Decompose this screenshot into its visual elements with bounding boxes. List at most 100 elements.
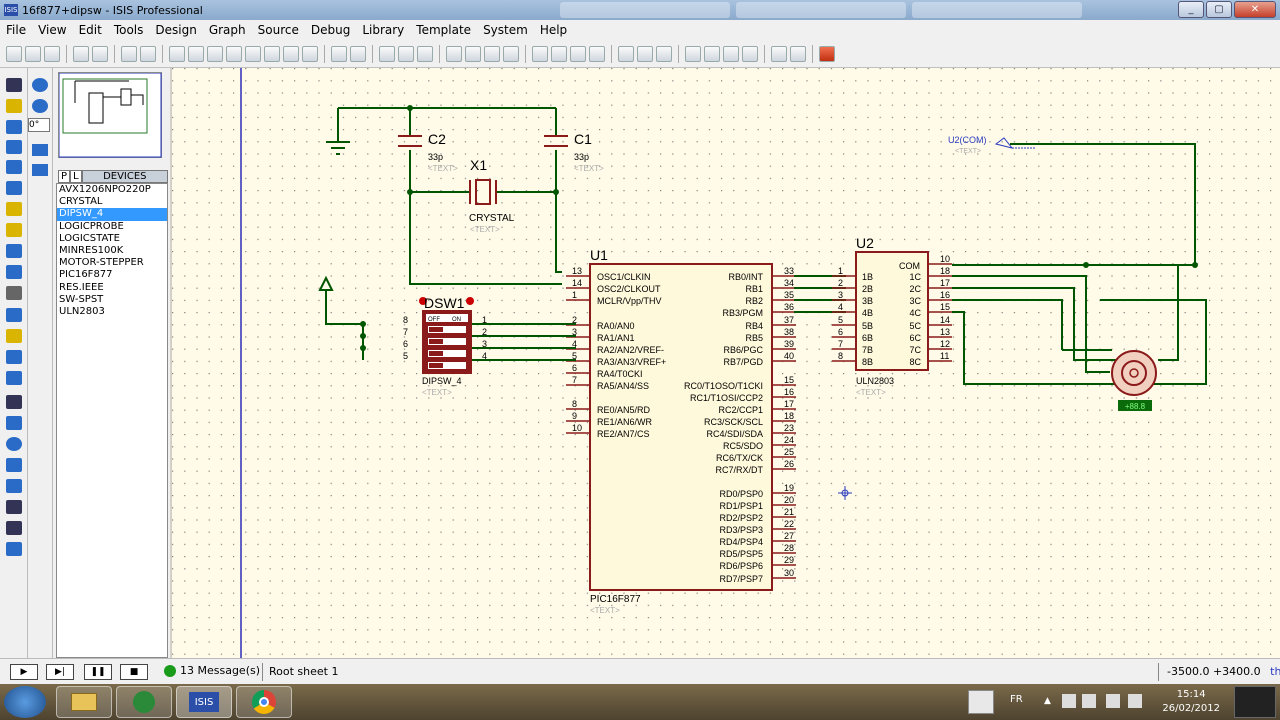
rotate-clockwise-icon[interactable]	[32, 78, 48, 92]
show-desktop-button[interactable]	[1234, 686, 1276, 718]
symbol-icon[interactable]	[6, 521, 22, 535]
box-icon[interactable]	[6, 416, 22, 430]
bom-icon[interactable]	[742, 45, 758, 62]
pause-button[interactable]: ❚❚	[84, 664, 112, 680]
chrome-taskbar-icon[interactable]	[236, 686, 292, 718]
play-button[interactable]: ▶	[10, 664, 38, 680]
overview-window[interactable]	[58, 72, 162, 158]
action-center-icon[interactable]	[1106, 694, 1120, 708]
voltage-probe-icon[interactable]	[6, 329, 22, 343]
block-copy-icon[interactable]	[446, 45, 462, 62]
volume-icon[interactable]	[1128, 694, 1142, 708]
block-rotate-icon[interactable]	[484, 45, 500, 62]
generator-icon[interactable]	[6, 308, 22, 322]
schematic-canvas[interactable]: C2 33p <TEXT> C1 33p <TEXT> X1 CRYSTAL <…	[172, 68, 1280, 658]
show-hidden-icons-icon[interactable]: ▲	[1044, 696, 1051, 706]
selection-mode-icon[interactable]	[6, 78, 22, 92]
menu-help[interactable]: Help	[534, 23, 573, 37]
start-button[interactable]	[4, 686, 46, 718]
redo-icon[interactable]	[350, 45, 366, 62]
zoom-all-icon[interactable]	[283, 45, 299, 62]
device-item[interactable]: LOGICSTATE	[57, 233, 167, 245]
microcontroller-u1[interactable]: U1 PIC16F877 <TEXT> 13 OSC1/CLKIN 14 OSC2/C…	[566, 247, 796, 615]
menu-design[interactable]: Design	[149, 23, 202, 37]
undo-icon[interactable]	[331, 45, 347, 62]
component-mode-icon[interactable]	[6, 99, 22, 113]
device-item[interactable]: CRYSTAL	[57, 196, 167, 208]
menu-library[interactable]: Library	[356, 23, 410, 37]
print-icon[interactable]	[121, 45, 137, 62]
close-button[interactable]: ✕	[1234, 1, 1276, 18]
new-file-icon[interactable]	[6, 45, 22, 62]
marker-icon[interactable]	[6, 542, 22, 556]
open-folder-icon[interactable]	[25, 45, 41, 62]
background-window-tab[interactable]	[736, 2, 906, 18]
grid-icon[interactable]	[188, 45, 204, 62]
proteus-taskbar-icon[interactable]	[116, 686, 172, 718]
arc-icon[interactable]	[6, 458, 22, 472]
text-script-icon[interactable]	[6, 160, 22, 174]
line-icon[interactable]	[6, 395, 22, 409]
save-icon[interactable]	[44, 45, 60, 62]
menu-template[interactable]: Template	[410, 23, 477, 37]
device-item[interactable]: ULN2803	[57, 306, 167, 318]
language-indicator[interactable]: FR	[1010, 694, 1023, 705]
paste-icon[interactable]	[417, 45, 433, 62]
print-area-icon[interactable]	[140, 45, 156, 62]
redraw-icon[interactable]	[169, 45, 185, 62]
circle-icon[interactable]	[6, 437, 22, 451]
path-icon[interactable]	[6, 479, 22, 493]
stepper-motor[interactable]: +88.8	[1111, 350, 1157, 411]
background-window-tab[interactable]	[560, 2, 730, 18]
device-pin-icon[interactable]	[6, 244, 22, 258]
virtual-instrument-icon[interactable]	[6, 371, 22, 385]
remove-sheet-icon[interactable]	[704, 45, 720, 62]
cut-icon[interactable]	[379, 45, 395, 62]
export-icon[interactable]	[92, 45, 108, 62]
isis-taskbar-icon[interactable]: ISIS	[176, 686, 232, 718]
menu-graph[interactable]: Graph	[203, 23, 252, 37]
device-item[interactable]: RES.IEEE	[57, 282, 167, 294]
clock[interactable]: 15:14 26/02/2012	[1162, 688, 1220, 716]
maximize-button[interactable]: ▢	[1206, 1, 1232, 18]
new-sheet-icon[interactable]	[685, 45, 701, 62]
netlist-icon[interactable]	[790, 45, 806, 62]
dsw-actuator-right[interactable]	[466, 297, 474, 305]
mirror-vertical-icon[interactable]	[32, 164, 48, 176]
device-item[interactable]: MINRES100K	[57, 245, 167, 257]
rotate-anticlockwise-icon[interactable]	[32, 99, 48, 113]
import-icon[interactable]	[73, 45, 89, 62]
stop-button[interactable]: ■	[120, 664, 148, 680]
rotation-angle-input[interactable]: 0°	[28, 118, 50, 132]
device-item[interactable]: MOTOR-STEPPER	[57, 257, 167, 269]
menu-system[interactable]: System	[477, 23, 534, 37]
origin-icon[interactable]	[207, 45, 223, 62]
erc-report-icon[interactable]	[771, 45, 787, 62]
step-button[interactable]: ▶|	[46, 664, 74, 680]
menu-debug[interactable]: Debug	[305, 23, 356, 37]
subcircuit-icon[interactable]	[6, 202, 22, 216]
device-item-selected[interactable]: DIPSW_4	[57, 208, 167, 221]
packaging-icon[interactable]	[570, 45, 586, 62]
menu-file[interactable]: File	[0, 23, 32, 37]
junction-dot-icon[interactable]	[6, 120, 22, 134]
copy-icon[interactable]	[398, 45, 414, 62]
wire-label-icon[interactable]	[6, 140, 22, 154]
zoom-area-icon[interactable]	[302, 45, 318, 62]
minimize-button[interactable]: _	[1178, 1, 1204, 18]
current-probe-icon[interactable]	[6, 350, 22, 364]
zoom-in-icon[interactable]	[245, 45, 261, 62]
device-item[interactable]: LOGICPROBE	[57, 221, 167, 233]
menu-tools[interactable]: Tools	[108, 23, 150, 37]
tape-recorder-icon[interactable]	[6, 286, 22, 300]
search-tag-icon[interactable]	[637, 45, 653, 62]
explorer-taskbar-icon[interactable]	[56, 686, 112, 718]
pick-device-icon[interactable]	[532, 45, 548, 62]
block-delete-icon[interactable]	[503, 45, 519, 62]
property-assign-icon[interactable]	[656, 45, 672, 62]
background-window-tab[interactable]	[912, 2, 1082, 18]
device-item[interactable]: SW-SPST	[57, 294, 167, 306]
message-indicator[interactable]: 13 Message(s)	[164, 664, 260, 677]
mirror-horizontal-icon[interactable]	[32, 144, 48, 156]
signal-icon[interactable]	[1082, 694, 1096, 708]
